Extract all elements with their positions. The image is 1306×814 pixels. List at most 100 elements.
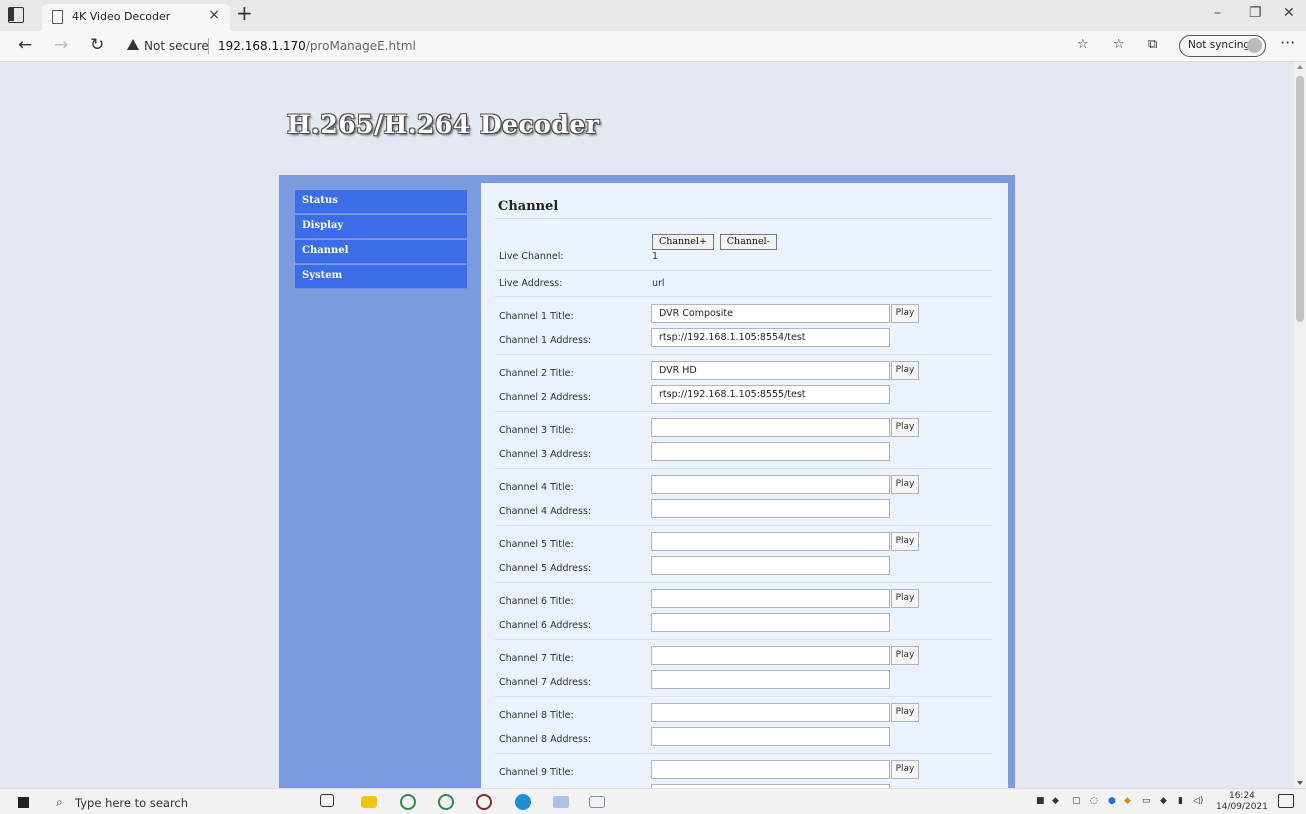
- network-icon[interactable]: ▭: [1142, 796, 1151, 806]
- collections-icon[interactable]: ⧉: [1148, 37, 1157, 52]
- divider: [495, 411, 992, 412]
- more-menu-icon[interactable]: ···: [1280, 33, 1295, 52]
- tray-icon[interactable]: ◆: [1124, 796, 1131, 806]
- divider: [495, 270, 992, 271]
- channel-address-input[interactable]: [651, 727, 890, 746]
- close-window-button[interactable]: ✕: [1283, 5, 1295, 21]
- scroll-thumb[interactable]: [1296, 76, 1304, 322]
- divider: [495, 296, 992, 297]
- page-scrollbar[interactable]: [1294, 62, 1306, 788]
- play-button[interactable]: Play: [891, 703, 919, 722]
- volume-icon[interactable]: ◁): [1193, 796, 1203, 806]
- main-frame: Status Display Channel System Channel Ch…: [279, 175, 1015, 788]
- sidebar-item-channel[interactable]: Channel: [295, 240, 467, 264]
- play-button[interactable]: Play: [891, 646, 919, 665]
- channel-title-label: Channel 1 Title:: [499, 311, 574, 322]
- tray-icon[interactable]: ◆: [1052, 796, 1059, 806]
- url-host: 192.168.1.170: [218, 39, 306, 53]
- channel-title-input[interactable]: [651, 418, 890, 437]
- play-button[interactable]: Play: [891, 418, 919, 437]
- back-button[interactable]: ←: [18, 35, 32, 55]
- taskbar-clock[interactable]: 16:24 14/09/2021: [1216, 791, 1268, 813]
- tray-icon[interactable]: ▢: [1072, 796, 1081, 806]
- app-icon[interactable]: [438, 794, 454, 810]
- notification-icon[interactable]: [1278, 794, 1294, 808]
- channel-next-button[interactable]: Channel+: [652, 234, 714, 250]
- page-viewport: H.265/H.264 Decoder Status Display Chann…: [0, 62, 1294, 788]
- channel-title-input[interactable]: [651, 475, 890, 494]
- browser-tab[interactable]: 4K Video Decoder ×: [42, 4, 230, 31]
- channel-address-input[interactable]: [651, 670, 890, 689]
- section-heading: Channel: [498, 199, 559, 214]
- url-field[interactable]: 192.168.1.170/proManageE.html: [218, 39, 416, 53]
- sidebar-item-display[interactable]: Display: [295, 215, 467, 239]
- tab-actions-icon[interactable]: [8, 7, 24, 23]
- channel-address-input[interactable]: [651, 442, 890, 461]
- play-button[interactable]: Play: [891, 361, 919, 380]
- app-icon[interactable]: [589, 796, 605, 808]
- file-explorer-icon[interactable]: [361, 796, 377, 808]
- channel-address-label: Channel 4 Address:: [499, 506, 592, 517]
- channel-title-label: Channel 2 Title:: [499, 368, 574, 379]
- sidebar-item-system[interactable]: System: [295, 265, 467, 289]
- search-icon: ⌕: [56, 795, 63, 809]
- tray-icon[interactable]: ●: [1108, 796, 1116, 806]
- new-tab-button[interactable]: +: [236, 1, 253, 25]
- live-channel-label: Live Channel:: [499, 251, 564, 262]
- browser-tab-bar: 4K Video Decoder × + – ❐ ✕: [0, 0, 1306, 31]
- play-button[interactable]: Play: [891, 304, 919, 323]
- channel-title-input[interactable]: DVR HD: [651, 361, 890, 380]
- add-favorite-icon[interactable]: ☆: [1077, 37, 1089, 52]
- channel-panel: Channel Channel+ Channel- Live Channel: …: [481, 183, 1008, 788]
- favorites-icon[interactable]: ☆: [1113, 37, 1125, 52]
- app-icon[interactable]: [553, 796, 569, 808]
- tray-icon[interactable]: ◌: [1090, 796, 1098, 806]
- task-view-icon[interactable]: [320, 794, 334, 807]
- sidebar-item-status[interactable]: Status: [295, 190, 467, 214]
- live-channel-value: 1: [652, 251, 659, 262]
- forward-button[interactable]: →: [54, 35, 68, 55]
- channel-buttons: Channel+ Channel-: [652, 233, 779, 250]
- edge-browser-icon[interactable]: [515, 794, 531, 810]
- avatar: [1247, 38, 1262, 53]
- taskbar-search[interactable]: Type here to search: [75, 796, 188, 810]
- tray-icon[interactable]: ■: [1036, 796, 1045, 806]
- channel-prev-button[interactable]: Channel-: [719, 234, 777, 250]
- channel-address-input[interactable]: [651, 499, 890, 518]
- channel-address-label: Channel 3 Address:: [499, 449, 592, 460]
- scroll-up-icon[interactable]: [1297, 65, 1303, 69]
- divider: [495, 354, 992, 355]
- channel-title-input[interactable]: [651, 703, 890, 722]
- windows-start-icon[interactable]: [18, 797, 29, 808]
- security-label[interactable]: Not secure: [144, 39, 209, 53]
- play-button[interactable]: Play: [891, 760, 919, 779]
- restore-button[interactable]: ❐: [1249, 5, 1262, 21]
- battery-icon[interactable]: ▮: [1178, 796, 1183, 806]
- channel-address-input[interactable]: [651, 613, 890, 632]
- channel-title-input[interactable]: [651, 646, 890, 665]
- play-button[interactable]: Play: [891, 475, 919, 494]
- app-icon[interactable]: [400, 794, 416, 810]
- divider: [495, 218, 992, 219]
- channel-title-label: Channel 9 Title:: [499, 767, 574, 778]
- sync-button[interactable]: Not syncing: [1179, 35, 1266, 57]
- channel-address-input[interactable]: [651, 556, 890, 575]
- channel-title-input[interactable]: [651, 589, 890, 608]
- channel-title-input[interactable]: [651, 532, 890, 551]
- tray-icon[interactable]: ◆: [1160, 796, 1167, 806]
- refresh-button[interactable]: ↻: [90, 35, 104, 55]
- divider: [495, 525, 992, 526]
- channel-address-input[interactable]: rtsp://192.168.1.105:8554/test: [651, 328, 890, 347]
- address-bar: ← → ↻ Not secure 192.168.1.170/proManage…: [0, 31, 1306, 62]
- play-button[interactable]: Play: [891, 532, 919, 551]
- app-icon[interactable]: [476, 794, 492, 810]
- channel-title-label: Channel 4 Title:: [499, 482, 574, 493]
- channel-title-input[interactable]: [651, 760, 890, 779]
- channel-address-input[interactable]: rtsp://192.168.1.105:8555/test: [651, 385, 890, 404]
- channel-address-label: Channel 2 Address:: [499, 392, 592, 403]
- channel-title-input[interactable]: DVR Composite: [651, 304, 890, 323]
- play-button[interactable]: Play: [891, 589, 919, 608]
- scroll-down-icon[interactable]: [1297, 781, 1303, 785]
- tab-close-icon[interactable]: ×: [208, 7, 220, 23]
- minimize-button[interactable]: –: [1214, 5, 1221, 21]
